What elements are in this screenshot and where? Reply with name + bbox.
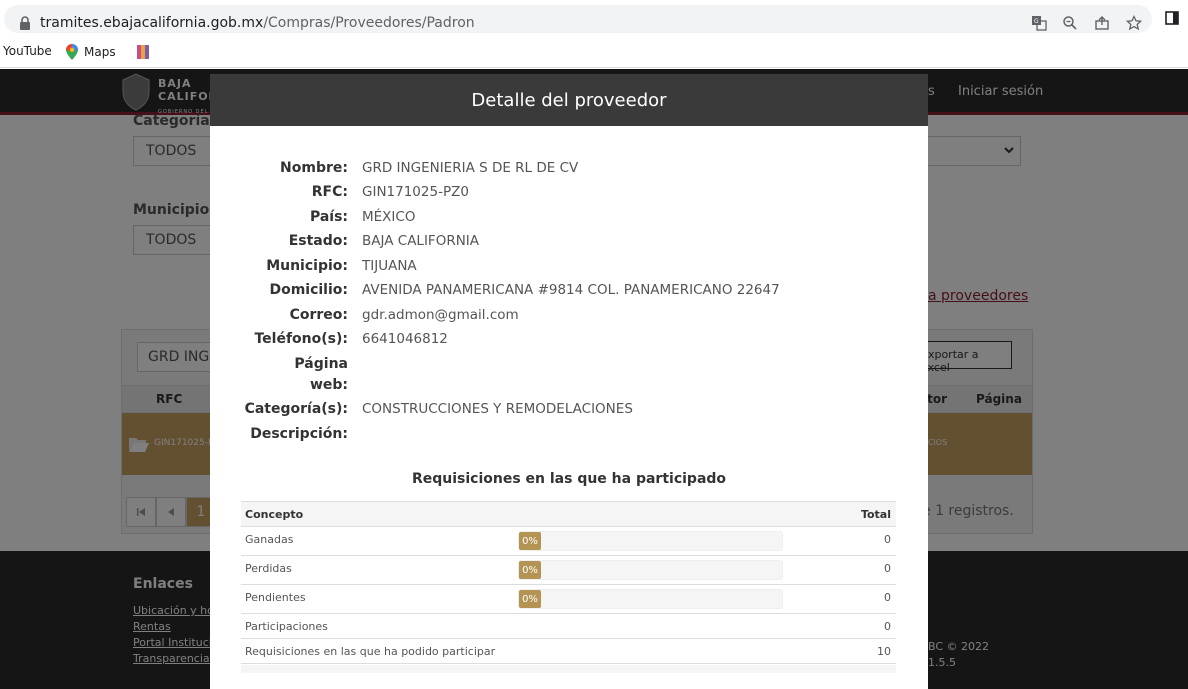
req-total: 10: [877, 645, 891, 658]
bookmark-star-icon[interactable]: [1125, 14, 1143, 32]
field-label: Teléfono(s):: [254, 331, 348, 347]
provider-detail-modal: Detalle del proveedor Nombre: GRD INGENI…: [210, 74, 928, 689]
req-total: 0: [884, 620, 891, 633]
progress-bar: 0%: [518, 560, 783, 580]
req-table-footer: [241, 665, 896, 673]
req-total: 0: [884, 533, 891, 546]
lock-icon: [20, 16, 30, 30]
field-value: BAJA CALIFORNIA: [362, 233, 480, 249]
requisiciones-title: Requisiciones en las que ha participado: [411, 471, 727, 487]
translate-icon[interactable]: G: [1030, 14, 1048, 32]
modal-title: Detalle del proveedor: [471, 90, 667, 111]
url-path: /Compras/Proveedores/Padron: [263, 15, 475, 31]
url-host: tramites.ebajacalifornia.gob.mx: [40, 15, 264, 31]
field-label: Descripción:: [250, 426, 348, 442]
zoom-icon[interactable]: [1061, 14, 1079, 32]
field-value: MÉXICO: [362, 209, 416, 225]
req-concepto: Participaciones: [245, 620, 328, 633]
progress-bar: 0%: [518, 531, 783, 551]
progress-fill: 0%: [519, 561, 541, 579]
progress-bar: 0%: [518, 589, 783, 609]
table-row: Requisiciones en las que ha podido parti…: [241, 639, 896, 664]
req-concepto: Pendientes: [245, 591, 306, 604]
req-concepto: Requisiciones en las que ha podido parti…: [245, 645, 496, 658]
email-link[interactable]: gdr.admon@gmail.com: [362, 305, 519, 326]
app-logo-icon: [137, 45, 149, 59]
field-label: País:: [309, 209, 348, 225]
field-label: Nombre:: [280, 160, 348, 176]
maps-pin-icon: [66, 44, 78, 60]
field-label: Página web:: [240, 354, 348, 396]
field-label: Municipio:: [266, 258, 348, 274]
browser-toolbar: tramites.ebajacalifornia.gob.mx/Compras/…: [0, 0, 1188, 38]
bookmark-label: Maps: [84, 45, 116, 59]
field-label-line: web:: [309, 377, 348, 393]
svg-text:G: G: [1034, 18, 1039, 25]
field-value: GRD INGENIERIA S DE RL DE CV: [362, 160, 579, 176]
field-value: 6641046812: [362, 331, 448, 347]
col-concepto: Concepto: [245, 508, 304, 521]
share-icon[interactable]: [1093, 14, 1111, 32]
req-concepto: Ganadas: [245, 533, 294, 546]
bookmark-maps[interactable]: Maps: [66, 44, 116, 60]
bookmarks-bar: YouTube Maps: [0, 38, 1188, 68]
progress-fill: 0%: [519, 532, 541, 550]
table-row: Ganadas 0% 0: [241, 527, 896, 556]
field-value: CONSTRUCCIONES Y REMODELACIONES: [362, 401, 633, 417]
field-label: RFC:: [311, 184, 348, 200]
address-bar[interactable]: tramites.ebajacalifornia.gob.mx/Compras/…: [4, 5, 1152, 33]
field-value: TIJUANA: [362, 258, 417, 274]
field-label: Categoría(s):: [244, 401, 348, 417]
field-label-line: Página: [294, 356, 348, 372]
url-text: tramites.ebajacalifornia.gob.mx/Compras/…: [40, 15, 475, 31]
field-label: Estado:: [288, 233, 348, 249]
bookmark-app[interactable]: [135, 44, 157, 60]
progress-fill: 0%: [519, 590, 541, 608]
table-row: Perdidas 0% 0: [241, 556, 896, 585]
field-value: GIN171025-PZ0: [362, 184, 469, 200]
field-label: Correo:: [289, 307, 348, 323]
req-table-header: Concepto Total: [241, 501, 896, 527]
bookmark-label: YouTube: [3, 44, 52, 58]
side-panel-icon[interactable]: [1163, 9, 1181, 27]
req-total: 0: [884, 591, 891, 604]
modal-header: Detalle del proveedor: [210, 74, 928, 126]
table-row: Participaciones 0: [241, 614, 896, 639]
req-total: 0: [884, 562, 891, 575]
req-concepto: Perdidas: [245, 562, 292, 575]
field-label: Domicilio:: [269, 282, 348, 298]
bookmark-youtube[interactable]: YouTube: [3, 44, 52, 58]
table-row: Pendientes 0% 0: [241, 585, 896, 614]
col-total: Total: [860, 508, 891, 521]
field-value: AVENIDA PANAMERICANA #9814 COL. PANAMERI…: [362, 282, 780, 298]
